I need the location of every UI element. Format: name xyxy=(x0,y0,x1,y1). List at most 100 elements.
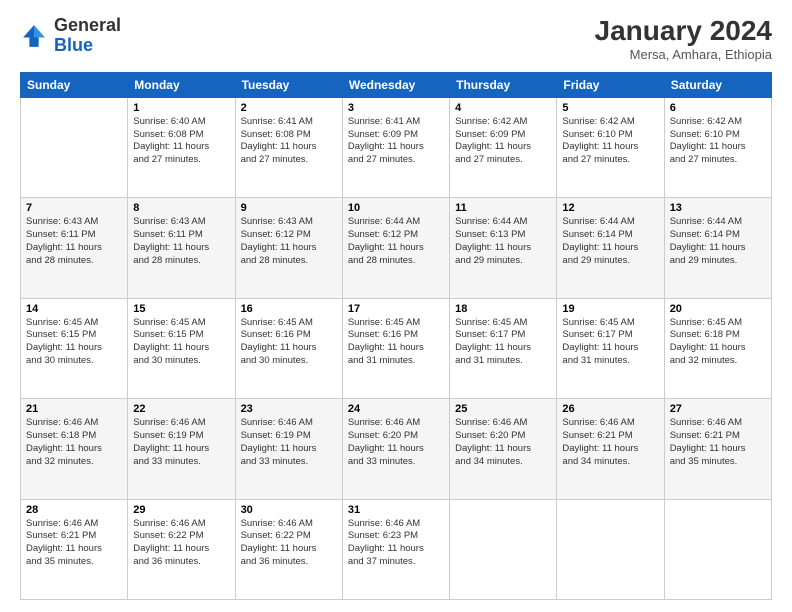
day-info: Sunrise: 6:46 AMSunset: 6:21 PMDaylight:… xyxy=(670,417,766,468)
calendar-cell: 1 Sunrise: 6:40 AMSunset: 6:08 PMDaylight… xyxy=(128,97,235,197)
week-row-3: 21Sunrise: 6:46 AMSunset: 6:18 PMDayligh… xyxy=(21,399,772,499)
day-info: Sunrise: 6:44 AMSunset: 6:13 PMDaylight:… xyxy=(455,216,551,267)
day-info: Sunrise: 6:46 AMSunset: 6:19 PMDaylight:… xyxy=(241,417,337,468)
day-number: 29 xyxy=(133,504,229,516)
day-info: Sunrise: 6:43 AMSunset: 6:12 PMDaylight:… xyxy=(241,216,337,267)
page: General Blue January 2024 Mersa, Amhara,… xyxy=(0,0,792,612)
header-wednesday: Wednesday xyxy=(342,72,449,97)
day-number: 18 xyxy=(455,303,551,315)
calendar-cell: 4 Sunrise: 6:42 AMSunset: 6:09 PMDaylight… xyxy=(450,97,557,197)
week-row-1: 7 Sunrise: 6:43 AMSunset: 6:11 PMDaylight… xyxy=(21,198,772,298)
calendar-cell: 5 Sunrise: 6:42 AMSunset: 6:10 PMDaylight… xyxy=(557,97,664,197)
calendar-cell: 29 Sunrise: 6:46 AMSunset: 6:22 PMDayligh… xyxy=(128,499,235,599)
day-info: Sunrise: 6:42 AMSunset: 6:10 PMDaylight:… xyxy=(670,116,766,167)
day-number: 19 xyxy=(562,303,658,315)
location: Mersa, Amhara, Ethiopia xyxy=(595,47,772,62)
day-info: Sunrise: 6:45 AMSunset: 6:15 PMDaylight:… xyxy=(133,317,229,368)
day-info: Sunrise: 6:46 AMSunset: 6:20 PMDaylight:… xyxy=(348,417,444,468)
day-info: Sunrise: 6:46 AMSunset: 6:23 PMDaylight:… xyxy=(348,518,444,569)
day-info: Sunrise: 6:44 AMSunset: 6:14 PMDaylight:… xyxy=(670,216,766,267)
calendar-cell xyxy=(21,97,128,197)
calendar-cell: 6 Sunrise: 6:42 AMSunset: 6:10 PMDaylight… xyxy=(664,97,771,197)
day-number: 5 xyxy=(562,102,658,114)
calendar-cell: 23 Sunrise: 6:46 AMSunset: 6:19 PMDayligh… xyxy=(235,399,342,499)
header-sunday: Sunday xyxy=(21,72,128,97)
day-number: 2 xyxy=(241,102,337,114)
day-number: 9 xyxy=(241,202,337,214)
day-number: 10 xyxy=(348,202,444,214)
week-row-0: 1 Sunrise: 6:40 AMSunset: 6:08 PMDaylight… xyxy=(21,97,772,197)
header-thursday: Thursday xyxy=(450,72,557,97)
day-number: 16 xyxy=(241,303,337,315)
header-tuesday: Tuesday xyxy=(235,72,342,97)
day-number: 14 xyxy=(26,303,122,315)
day-info: Sunrise: 6:42 AMSunset: 6:09 PMDaylight:… xyxy=(455,116,551,167)
calendar-cell xyxy=(664,499,771,599)
calendar-table: SundayMondayTuesdayWednesdayThursdayFrid… xyxy=(20,72,772,600)
day-number: 23 xyxy=(241,403,337,415)
calendar-cell: 26 Sunrise: 6:46 AMSunset: 6:21 PMDayligh… xyxy=(557,399,664,499)
day-number: 31 xyxy=(348,504,444,516)
day-number: 28 xyxy=(26,504,122,516)
logo-text: General Blue xyxy=(54,16,121,56)
calendar-cell: 21Sunrise: 6:46 AMSunset: 6:18 PMDayligh… xyxy=(21,399,128,499)
header-saturday: Saturday xyxy=(664,72,771,97)
calendar-cell: 3 Sunrise: 6:41 AMSunset: 6:09 PMDaylight… xyxy=(342,97,449,197)
day-info: Sunrise: 6:42 AMSunset: 6:10 PMDaylight:… xyxy=(562,116,658,167)
calendar-cell: 14Sunrise: 6:45 AMSunset: 6:15 PMDayligh… xyxy=(21,298,128,398)
day-number: 22 xyxy=(133,403,229,415)
day-number: 25 xyxy=(455,403,551,415)
month-title: January 2024 xyxy=(595,16,772,47)
day-number: 12 xyxy=(562,202,658,214)
day-number: 11 xyxy=(455,202,551,214)
calendar-cell: 9 Sunrise: 6:43 AMSunset: 6:12 PMDaylight… xyxy=(235,198,342,298)
calendar-cell: 13 Sunrise: 6:44 AMSunset: 6:14 PMDayligh… xyxy=(664,198,771,298)
day-info: Sunrise: 6:45 AMSunset: 6:18 PMDaylight:… xyxy=(670,317,766,368)
calendar-cell: 16 Sunrise: 6:45 AMSunset: 6:16 PMDayligh… xyxy=(235,298,342,398)
day-number: 6 xyxy=(670,102,766,114)
day-info: Sunrise: 6:45 AMSunset: 6:16 PMDaylight:… xyxy=(241,317,337,368)
calendar-cell: 22 Sunrise: 6:46 AMSunset: 6:19 PMDayligh… xyxy=(128,399,235,499)
header: General Blue January 2024 Mersa, Amhara,… xyxy=(20,16,772,62)
day-info: Sunrise: 6:46 AMSunset: 6:19 PMDaylight:… xyxy=(133,417,229,468)
title-block: January 2024 Mersa, Amhara, Ethiopia xyxy=(595,16,772,62)
logo-icon xyxy=(20,22,48,50)
day-info: Sunrise: 6:41 AMSunset: 6:09 PMDaylight:… xyxy=(348,116,444,167)
day-number: 20 xyxy=(670,303,766,315)
logo: General Blue xyxy=(20,16,121,56)
day-info: Sunrise: 6:46 AMSunset: 6:20 PMDaylight:… xyxy=(455,417,551,468)
calendar-cell: 11 Sunrise: 6:44 AMSunset: 6:13 PMDayligh… xyxy=(450,198,557,298)
calendar-cell: 24 Sunrise: 6:46 AMSunset: 6:20 PMDayligh… xyxy=(342,399,449,499)
calendar-cell: 28Sunrise: 6:46 AMSunset: 6:21 PMDayligh… xyxy=(21,499,128,599)
day-info: Sunrise: 6:40 AMSunset: 6:08 PMDaylight:… xyxy=(133,116,229,167)
day-number: 13 xyxy=(670,202,766,214)
calendar-cell xyxy=(557,499,664,599)
header-monday: Monday xyxy=(128,72,235,97)
day-number: 4 xyxy=(455,102,551,114)
day-number: 30 xyxy=(241,504,337,516)
calendar-cell: 8 Sunrise: 6:43 AMSunset: 6:11 PMDaylight… xyxy=(128,198,235,298)
calendar-cell: 27 Sunrise: 6:46 AMSunset: 6:21 PMDayligh… xyxy=(664,399,771,499)
week-row-2: 14 Sunrise: 6:45 AMSunset: 6:15 PMDayligh… xyxy=(21,298,772,398)
day-number: 26 xyxy=(562,403,658,415)
day-number: 27 xyxy=(670,403,766,415)
day-info: Sunrise: 6:46 AMSunset: 6:21 PMDaylight:… xyxy=(562,417,658,468)
day-info: Sunrise: 6:43 AMSunset: 6:11 PMDaylight:… xyxy=(133,216,229,267)
day-number: 1 xyxy=(133,102,229,114)
day-info: Sunrise: 6:45 AMSunset: 6:17 PMDaylight:… xyxy=(455,317,551,368)
day-number: 21 xyxy=(26,403,122,415)
calendar-cell: 31 Sunrise: 6:46 AMSunset: 6:23 PMDayligh… xyxy=(342,499,449,599)
day-number: 24 xyxy=(348,403,444,415)
calendar-cell: 30Sunrise: 6:46 AMSunset: 6:22 PMDayligh… xyxy=(235,499,342,599)
day-info: Sunrise: 6:41 AMSunset: 6:08 PMDaylight:… xyxy=(241,116,337,167)
day-number: 15 xyxy=(133,303,229,315)
calendar-cell: 18 Sunrise: 6:45 AMSunset: 6:17 PMDayligh… xyxy=(450,298,557,398)
day-number: 7 xyxy=(26,202,122,214)
header-friday: Friday xyxy=(557,72,664,97)
day-info: Sunrise: 6:46 AMSunset: 6:22 PMDaylight:… xyxy=(133,518,229,569)
day-number: 8 xyxy=(133,202,229,214)
calendar-cell: 17Sunrise: 6:45 AMSunset: 6:16 PMDayligh… xyxy=(342,298,449,398)
week-row-4: 28Sunrise: 6:46 AMSunset: 6:21 PMDayligh… xyxy=(21,499,772,599)
day-info: Sunrise: 6:44 AMSunset: 6:12 PMDaylight:… xyxy=(348,216,444,267)
day-number: 3 xyxy=(348,102,444,114)
